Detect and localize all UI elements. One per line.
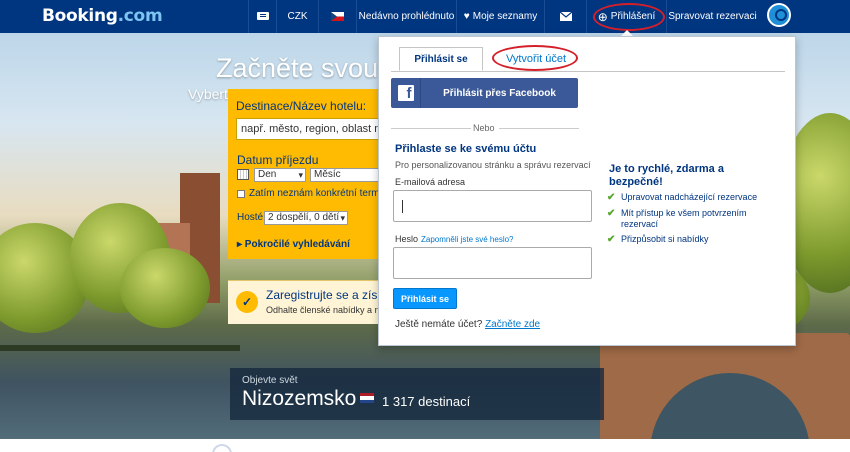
check-icon: ✔ [607, 234, 616, 245]
benefit-item: ✔ Upravovat nadcházející rezervace [607, 192, 758, 203]
member-badge-icon: ✓ [236, 291, 258, 313]
password-field[interactable] [393, 247, 592, 279]
recently-viewed-link[interactable]: Nedávno prohlédnuto [356, 0, 456, 33]
register-promo[interactable]: ✓ Zaregistrujte se a získe Odhalte člens… [228, 280, 388, 324]
explore-country: Nizozemsko [242, 387, 357, 410]
heart-icon: ♥ [463, 11, 470, 22]
start-here-link[interactable]: Začněte zde [485, 319, 540, 330]
my-lists-link[interactable]: ♥ Moje seznamy [456, 0, 544, 33]
explore-panel[interactable]: Objevte svět Nizozemsko 1 317 destinací [230, 368, 604, 420]
month-select[interactable]: Měsíc [310, 168, 388, 182]
czech-flag-icon [331, 12, 344, 21]
login-subtitle: Pro personalizovanou stránku a správu re… [395, 160, 591, 170]
messages-button[interactable] [544, 0, 586, 33]
envelope-icon [559, 12, 572, 21]
currency-button[interactable]: CZK [276, 0, 318, 33]
language-button[interactable] [248, 0, 276, 33]
top-navigation: Booking.com CZK Nedávno prohlédnuto ♥ Moj… [0, 0, 850, 33]
benefits-title: Je to rychlé, zdarma a bezpečné! [609, 163, 724, 188]
no-date-label: Zatím neznám konkrétní termín [249, 188, 388, 199]
search-panel: Destinace/Název hotelu: např. město, reg… [228, 89, 388, 259]
explore-label: Objevte svět [242, 375, 298, 386]
facebook-login-button[interactable]: f Přihlásit přes Facebook [391, 78, 578, 108]
destination-label: Destinace/Název hotelu: [236, 99, 367, 113]
checkin-label: Datum příjezdu [237, 153, 319, 167]
login-title: Přihlaste se ke svému účtu [395, 143, 537, 155]
destination-input[interactable]: např. město, region, oblast nebo [236, 118, 388, 140]
check-icon: ✔ [607, 192, 616, 203]
day-select[interactable]: Den [254, 168, 306, 182]
advanced-search-link[interactable]: ▸ Pokročilé vyhledávání [237, 239, 350, 250]
login-dropdown: Přihlásit se Vytvořit účet f Přihlásit p… [378, 36, 796, 346]
forgot-password-link[interactable]: Zapomněli jste své heslo? [421, 235, 514, 244]
register-subtitle: Odhalte členské nabídky a nás [266, 305, 388, 315]
benefit-item: ✔ Mít přístup ke všem potvrzením rezervac… [607, 208, 747, 229]
password-label-row: Heslo Zapomněli jste své heslo? [395, 234, 514, 244]
no-date-checkbox[interactable] [237, 190, 245, 198]
calendar-icon[interactable] [237, 169, 249, 180]
netherlands-flag-icon [360, 393, 374, 403]
register-title: Zaregistrujte se a získe [266, 288, 388, 302]
location-pin-icon[interactable] [767, 3, 791, 27]
check-icon: ✔ [607, 208, 616, 219]
chat-bubble-icon [256, 11, 269, 20]
no-account-row: Ještě nemáte účet? Začněte zde [395, 319, 541, 330]
bottom-strip [0, 439, 850, 452]
email-field[interactable] [393, 190, 592, 222]
hero-title: Začněte svou [216, 53, 379, 83]
benefit-item: ✔ Přizpůsobit si nabídky [607, 234, 709, 245]
country-flag-button[interactable] [318, 0, 356, 33]
tab-login[interactable]: Přihlásit se [399, 47, 483, 71]
login-highlight-circle [593, 3, 665, 31]
or-separator: Nebo [473, 123, 495, 133]
login-submit-button[interactable]: Přihlásit se [393, 288, 457, 309]
booking-logo[interactable]: Booking.com [42, 6, 163, 26]
create-account-highlight-circle [492, 45, 578, 71]
guests-label: Hosté [237, 212, 264, 223]
guests-select[interactable]: 2 dospělí, 0 dětí [264, 211, 348, 225]
email-label: E-mailová adresa [395, 177, 466, 187]
destination-count: 1 317 destinací [382, 394, 471, 409]
facebook-icon: f [397, 85, 414, 102]
manage-booking-link[interactable]: Spravovat rezervaci [666, 0, 758, 33]
